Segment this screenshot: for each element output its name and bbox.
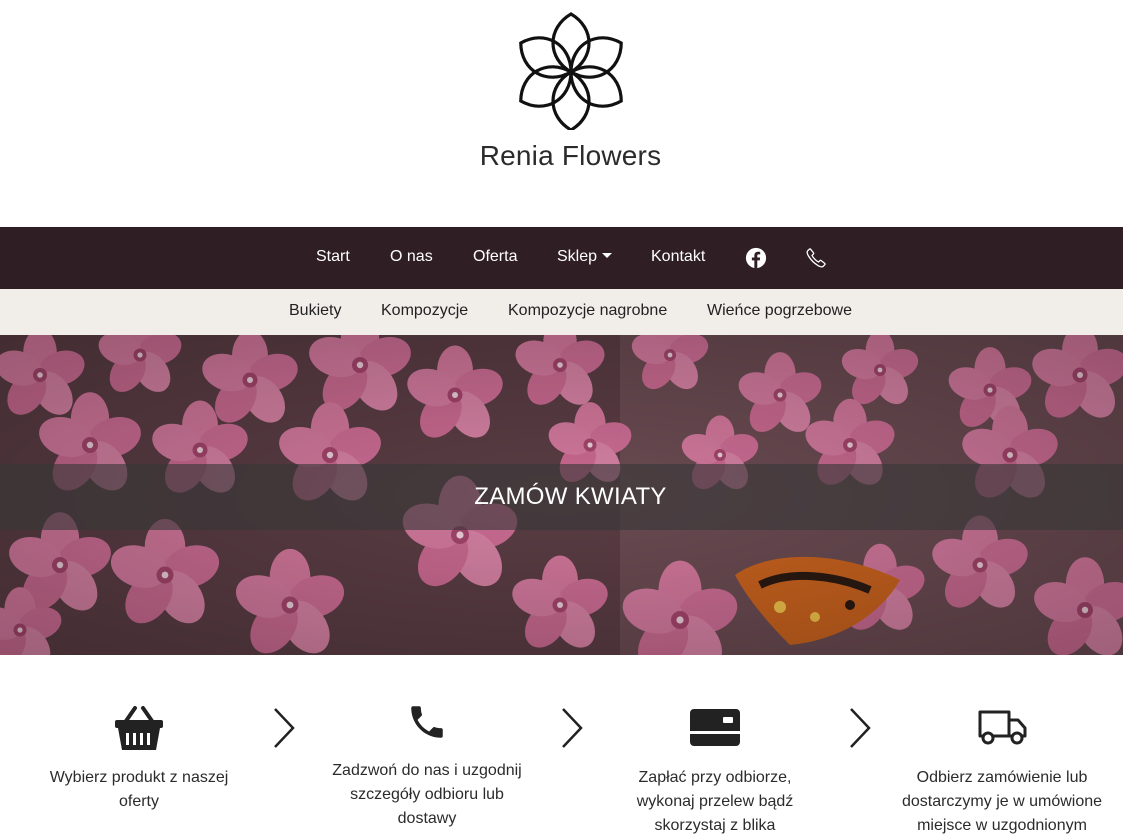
facebook-icon[interactable] [745,247,767,269]
credit-card-icon [690,709,740,746]
step-3-line-2: wykonaj przelew bądź [636,793,794,810]
subnav-wience-pogrzebowe[interactable]: Wieńce pogrzebowe [707,289,852,335]
phone-icon[interactable] [805,247,827,269]
chevron-right-icon [850,708,871,748]
step-4-line-2: dostarczymy je w umówione [901,793,1103,810]
hero-banner: ZAMÓW KWIATY [0,335,1123,655]
site-header: Renia Flowers [0,0,1123,227]
nav-sklep-label: Sklep [557,248,598,265]
step-4-line-3: miejsce w uzgodnionym [917,817,1087,834]
step-2-line-1: Zadzwoń do nas i uzgodnij [332,762,522,779]
nav-kontakt[interactable]: Kontakt [651,227,705,289]
nav-sklep-dropdown[interactable]: Sklep [557,227,613,289]
step-4-line-1: Odbierz zamówienie lub [916,769,1088,786]
basket-icon [115,706,163,750]
step-3-text: Zapłać przy odbiorze, wykonaj przelew bą… [606,766,824,835]
flower-logo-icon[interactable] [504,12,638,130]
step-2-text: Zadzwoń do nas i uzgodnij szczegóły odbi… [312,759,542,831]
subnav-kompozycje[interactable]: Kompozycje [381,289,468,335]
step-1-line-2: oferty [118,793,159,810]
order-steps: Wybierz produkt z naszej oferty Zadzwoń … [0,655,1123,835]
main-navigation: Start O nas Oferta Sklep Kontakt [0,227,1123,289]
nav-oferta[interactable]: Oferta [473,227,517,289]
step-1-line-1: Wybierz produkt z naszej [49,769,229,786]
subnav-bukiety[interactable]: Bukiety [289,289,341,335]
chevron-right-icon [562,708,583,748]
brand-name[interactable]: Renia Flowers [0,140,1123,172]
subnav-kompozycje-nagrobne[interactable]: Kompozycje nagrobne [508,289,667,335]
step-4-text: Odbierz zamówienie lub dostarczymy je w … [882,766,1122,835]
chevron-right-icon [274,708,295,748]
step-3-line-1: Zapłać przy odbiorze, [638,769,792,786]
chevron-down-icon [602,253,613,258]
nav-o-nas[interactable]: O nas [390,227,433,289]
hero-title-strip: ZAMÓW KWIATY [0,464,1123,530]
step-3-line-3: skorzystaj z blika [654,817,776,834]
step-2-line-3: dostawy [397,810,457,827]
step-2-line-2: szczegóły odbioru lub [350,786,504,803]
step-1-text: Wybierz produkt z naszej oferty [40,766,238,814]
category-navigation: Bukiety Kompozycje Kompozycje nagrobne W… [0,289,1123,335]
hero-title[interactable]: ZAMÓW KWIATY [0,464,1123,530]
phone-icon [411,706,443,738]
delivery-truck-icon [978,710,1027,745]
nav-start[interactable]: Start [316,227,350,289]
